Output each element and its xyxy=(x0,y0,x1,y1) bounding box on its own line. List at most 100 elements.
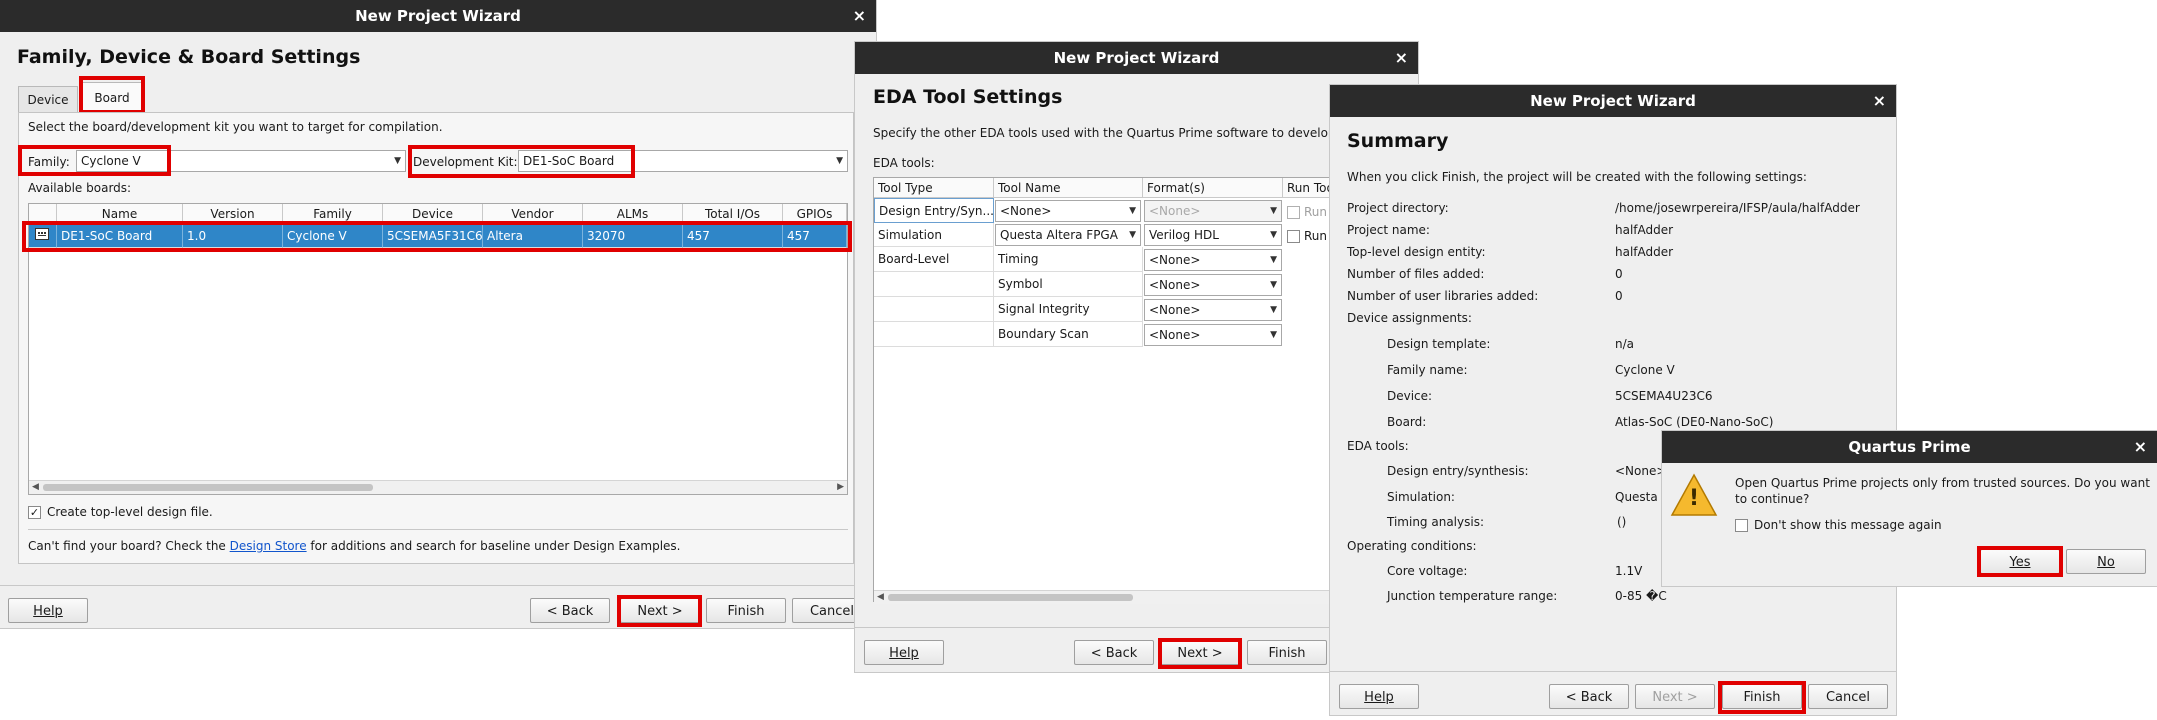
no-button[interactable]: No xyxy=(2066,549,2146,574)
back-button[interactable]: < Back xyxy=(530,598,610,623)
next-button[interactable]: Next > xyxy=(1635,684,1715,709)
wizard1-titlebar[interactable]: New Project Wizard × xyxy=(0,0,876,32)
page-title: Summary xyxy=(1347,130,1449,152)
dropdown-arrow-icon: ▼ xyxy=(1270,255,1277,265)
family-select[interactable]: Cyclone V ▼ xyxy=(76,150,406,172)
wizard-family-device-board: New Project Wizard × Family, Device & Bo… xyxy=(0,0,876,628)
create-toplevel-label: Create top-level design file. xyxy=(47,505,213,519)
summary-label: Device assignments: xyxy=(1347,311,1472,325)
board-family-cell: Cyclone V xyxy=(283,224,383,248)
column-header[interactable]: ALMs xyxy=(583,204,683,224)
column-header[interactable]: Tool Name xyxy=(994,178,1143,198)
dont-show-checkbox[interactable] xyxy=(1735,519,1748,532)
summary-label: Project name: xyxy=(1347,223,1430,237)
design-store-link[interactable]: Design Store xyxy=(230,539,307,553)
summary-label: Junction temperature range: xyxy=(1387,589,1558,603)
close-icon[interactable]: × xyxy=(2134,431,2147,463)
summary-value: halfAdder xyxy=(1615,223,1674,237)
format-select[interactable]: Verilog HDL ▼ xyxy=(1144,224,1282,246)
format-select[interactable]: <None> ▼ xyxy=(1144,274,1282,296)
column-header[interactable]: Format(s) xyxy=(1143,178,1283,198)
scroll-right-icon[interactable]: ▶ xyxy=(837,481,844,494)
tool-name-select[interactable]: <None> ▼ xyxy=(995,200,1141,222)
wizard2-titlebar[interactable]: New Project Wizard × xyxy=(855,42,1418,74)
close-icon[interactable]: × xyxy=(1873,85,1886,117)
cant-find-prefix: Can't find your board? Check the xyxy=(28,539,230,553)
column-header[interactable]: Total I/Os xyxy=(683,204,783,224)
summary-label: Family name: xyxy=(1387,363,1468,377)
column-header[interactable]: Version xyxy=(183,204,283,224)
divider xyxy=(0,585,876,586)
create-toplevel-checkbox[interactable]: ✓ xyxy=(28,506,41,519)
yes-button[interactable]: Yes xyxy=(1980,549,2060,574)
tool-type-cell[interactable] xyxy=(874,272,994,297)
column-header[interactable]: Family xyxy=(283,204,383,224)
format-select[interactable]: <None> ▼ xyxy=(1144,200,1282,222)
tool-type-cell[interactable]: Design Entry/Syn... xyxy=(874,198,994,223)
scroll-left-icon[interactable]: ◀ xyxy=(32,481,39,494)
tool-type-cell[interactable]: Simulation xyxy=(874,223,994,247)
devkit-select[interactable]: DE1-SoC Board ▼ xyxy=(518,150,848,172)
format-select[interactable]: <None> ▼ xyxy=(1144,324,1282,346)
help-button[interactable]: Help xyxy=(864,640,944,665)
board-version-cell: 1.0 xyxy=(183,224,283,248)
divider xyxy=(28,529,848,530)
summary-label: Top-level design entity: xyxy=(1347,245,1486,259)
help-button[interactable]: Help xyxy=(8,598,88,623)
dropdown-arrow-icon: ▼ xyxy=(1270,230,1277,240)
tab-board[interactable]: Board xyxy=(82,82,142,112)
help-button[interactable]: Help xyxy=(1339,684,1419,709)
summary-value: <None> xyxy=(1615,464,1667,478)
dropdown-arrow-icon: ▼ xyxy=(1129,230,1136,240)
summary-value: Atlas-SoC (DE0-Nano-SoC) xyxy=(1615,415,1774,429)
tool-name-select[interactable]: Questa Altera FPGA ▼ xyxy=(995,224,1141,246)
scrollbar-thumb[interactable] xyxy=(888,594,1133,601)
back-button[interactable]: < Back xyxy=(1074,640,1154,665)
summary-value: n/a xyxy=(1615,337,1635,351)
format-value: <None> xyxy=(1149,253,1201,267)
format-value: <None> xyxy=(1149,303,1201,317)
format-select[interactable]: <None> ▼ xyxy=(1144,249,1282,271)
column-header[interactable]: Device xyxy=(383,204,483,224)
format-select[interactable]: <None> ▼ xyxy=(1144,299,1282,321)
scrollbar-thumb[interactable] xyxy=(43,484,373,491)
board-gpios-cell: 457 xyxy=(783,224,847,248)
run-tool-checkbox[interactable] xyxy=(1287,230,1300,243)
dialog-titlebar[interactable]: Quartus Prime × xyxy=(1662,431,2157,463)
finish-button[interactable]: Finish xyxy=(706,598,786,623)
finish-button[interactable]: Finish xyxy=(1247,640,1327,665)
column-header[interactable]: Vendor xyxy=(483,204,583,224)
cancel-button[interactable]: Cancel xyxy=(1808,684,1888,709)
column-header[interactable]: Name xyxy=(57,204,183,224)
tool-name-cell: Symbol xyxy=(994,272,1143,297)
format-value: <None> xyxy=(1149,278,1201,292)
column-header[interactable]: GPIOs xyxy=(783,204,847,224)
page-title: Family, Device & Board Settings xyxy=(17,46,361,68)
back-button[interactable]: < Back xyxy=(1549,684,1629,709)
next-button[interactable]: Next > xyxy=(620,598,700,623)
horizontal-scrollbar[interactable]: ◀ ▶ xyxy=(29,480,847,494)
close-icon[interactable]: × xyxy=(853,0,866,32)
column-header[interactable]: Tool Type xyxy=(874,178,994,198)
tool-type-cell[interactable]: Board-Level xyxy=(874,247,994,272)
tool-type-cell[interactable] xyxy=(874,322,994,347)
tab-device[interactable]: Device xyxy=(18,86,78,112)
scroll-left-icon[interactable]: ◀ xyxy=(877,591,884,604)
wizard3-titlebar[interactable]: New Project Wizard × xyxy=(1330,85,1896,117)
summary-value: () xyxy=(1617,515,1627,529)
no-button-label: No xyxy=(2097,555,2115,570)
run-tool-label: Run xyxy=(1304,229,1328,243)
summary-label: Number of files added: xyxy=(1347,267,1485,281)
warning-icon: ! xyxy=(1670,473,1718,517)
wizard-summary: New Project Wizard × Summary When you cl… xyxy=(1330,85,1896,715)
quartus-prime-dialog: Quartus Prime × ! Open Quartus Prime pro… xyxy=(1662,431,2157,586)
eda-tools-label: EDA tools: xyxy=(873,156,935,170)
close-icon[interactable]: × xyxy=(1395,42,1408,74)
next-button[interactable]: Next > xyxy=(1160,640,1240,665)
tool-type-cell[interactable] xyxy=(874,297,994,322)
dropdown-arrow-icon: ▼ xyxy=(1270,305,1277,315)
run-tool-checkbox[interactable] xyxy=(1287,206,1300,219)
finish-button[interactable]: Finish xyxy=(1722,684,1802,709)
tool-name-value: <None> xyxy=(1000,204,1052,218)
board-device-cell: 5CSEMA5F31C6 xyxy=(383,224,483,248)
